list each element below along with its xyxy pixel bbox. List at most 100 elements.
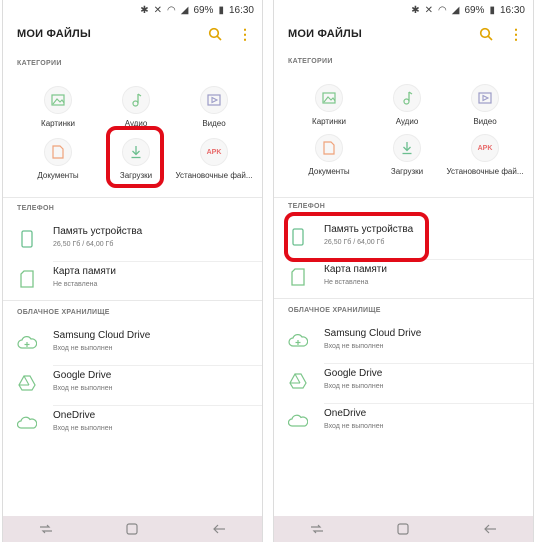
category-images[interactable]: Картинки xyxy=(18,86,98,128)
list-item-subtitle: Не вставлена xyxy=(53,281,98,288)
list-item-title: Карта памяти xyxy=(53,266,116,277)
category-video[interactable]: Видео xyxy=(174,86,254,128)
divider xyxy=(274,197,533,198)
phone-screen-left: ✱ ✕ ◠ ◢ 69% ▮ 16:30 МОИ ФАЙЛЫ ⋮ КАТЕГОРИ… xyxy=(2,0,263,542)
list-item-title: Карта памяти xyxy=(324,264,387,275)
divider xyxy=(3,300,262,301)
status-bar: ✱ ✕ ◠ ◢ 69% ▮ 16:30 xyxy=(3,0,262,20)
divider xyxy=(324,403,533,404)
section-phone: ТЕЛЕФОН xyxy=(288,203,326,210)
list-item-subtitle: 26,50 Гб / 64,00 Гб xyxy=(53,241,114,248)
section-cloud: ОБЛАЧНОЕ ХРАНИЛИЩЕ xyxy=(17,309,110,316)
list-item-device-storage[interactable]: Память устройства 26,50 Гб / 64,00 Гб xyxy=(3,224,262,262)
navigation-bar xyxy=(274,516,533,542)
list-item-title: Google Drive xyxy=(53,370,112,381)
category-label: Видео xyxy=(202,119,226,128)
recent-apps-icon[interactable] xyxy=(302,519,332,539)
list-item-google-drive[interactable]: Google Drive Вход не выполнен xyxy=(274,366,533,404)
divider xyxy=(3,197,262,198)
apk-icon: APK xyxy=(206,148,222,156)
list-item-google-drive[interactable]: Google Drive Вход не выполнен xyxy=(3,368,262,406)
divider xyxy=(53,405,262,406)
highlight-device-storage xyxy=(284,212,429,262)
list-item-subtitle: Не вставлена xyxy=(324,279,369,286)
phone-screen-right: ✱ ✕ ◠ ◢ 69% ▮ 16:30 МОИ ФАЙЛЫ ⋮ КАТЕГОРИ… xyxy=(273,0,534,542)
category-label: Установочные фай... xyxy=(446,167,524,176)
section-phone: ТЕЛЕФОН xyxy=(17,205,55,212)
list-item-subtitle: Вход не выполнен xyxy=(53,425,113,432)
samsung-cloud-icon xyxy=(17,332,37,354)
list-item-title: OneDrive xyxy=(324,408,367,419)
highlight-downloads xyxy=(106,126,164,188)
clock: 16:30 xyxy=(228,4,254,16)
sd-card-icon xyxy=(288,266,308,288)
category-label: Документы xyxy=(308,167,350,176)
list-item-subtitle: Вход не выполнен xyxy=(324,343,384,350)
category-downloads[interactable]: Загрузки xyxy=(367,134,447,176)
category-audio[interactable]: Аудио xyxy=(96,86,176,128)
list-item-sd-card[interactable]: Карта памяти Не вставлена xyxy=(3,264,262,302)
onedrive-icon xyxy=(288,410,308,432)
category-label: Аудио xyxy=(395,117,419,126)
battery-percent: 69% xyxy=(464,4,485,16)
document-icon xyxy=(323,141,335,155)
category-audio[interactable]: Аудио xyxy=(367,84,447,126)
list-item-onedrive[interactable]: OneDrive Вход не выполнен xyxy=(3,408,262,446)
mute-icon: ✕ xyxy=(424,4,433,16)
back-icon[interactable] xyxy=(204,519,234,539)
document-icon xyxy=(52,145,64,159)
recent-apps-icon[interactable] xyxy=(31,519,61,539)
divider xyxy=(324,363,533,364)
image-icon xyxy=(51,94,65,106)
signal-icon: ◢ xyxy=(180,4,189,16)
device-storage-icon xyxy=(17,228,37,250)
more-options-icon[interactable]: ⋮ xyxy=(236,25,254,43)
search-icon[interactable] xyxy=(477,25,495,43)
category-video[interactable]: Видео xyxy=(445,84,525,126)
list-item-title: Samsung Cloud Drive xyxy=(53,330,151,341)
music-icon xyxy=(403,91,413,105)
category-label: Видео xyxy=(473,117,497,126)
category-label: Установочные фай... xyxy=(175,171,253,180)
list-item-subtitle: Вход не выполнен xyxy=(53,345,113,352)
onedrive-icon xyxy=(17,412,37,434)
samsung-cloud-icon xyxy=(288,330,308,352)
battery-percent: 69% xyxy=(193,4,214,16)
divider xyxy=(53,261,262,262)
category-apk[interactable]: APK Установочные фай... xyxy=(445,134,525,176)
list-item-samsung-cloud[interactable]: Samsung Cloud Drive Вход не выполнен xyxy=(274,326,533,364)
home-icon[interactable] xyxy=(117,519,147,539)
battery-icon: ▮ xyxy=(218,4,224,16)
navigation-bar xyxy=(3,516,262,542)
category-label: Картинки xyxy=(312,117,346,126)
category-images[interactable]: Картинки xyxy=(289,84,369,126)
list-item-onedrive[interactable]: OneDrive Вход не выполнен xyxy=(274,406,533,444)
list-item-sd-card[interactable]: Карта памяти Не вставлена xyxy=(274,262,533,300)
bluetooth-icon: ✱ xyxy=(140,4,149,16)
app-bar: МОИ ФАЙЛЫ ⋮ xyxy=(274,20,533,48)
category-documents[interactable]: Документы xyxy=(18,138,98,180)
signal-icon: ◢ xyxy=(451,4,460,16)
list-item-subtitle: Вход не выполнен xyxy=(324,423,384,430)
video-icon xyxy=(478,92,492,104)
section-cloud: ОБЛАЧНОЕ ХРАНИЛИЩЕ xyxy=(288,307,381,314)
section-categories: КАТЕГОРИИ xyxy=(17,60,62,67)
search-icon[interactable] xyxy=(206,25,224,43)
home-icon[interactable] xyxy=(388,519,418,539)
list-item-title: Google Drive xyxy=(324,368,383,379)
category-label: Документы xyxy=(37,171,79,180)
divider xyxy=(53,365,262,366)
google-drive-icon xyxy=(288,370,308,392)
category-apk[interactable]: APK Установочные фай... xyxy=(174,138,254,180)
back-icon[interactable] xyxy=(475,519,505,539)
more-options-icon[interactable]: ⋮ xyxy=(507,25,525,43)
category-documents[interactable]: Документы xyxy=(289,134,369,176)
page-title: МОИ ФАЙЛЫ xyxy=(17,28,91,40)
list-item-samsung-cloud[interactable]: Samsung Cloud Drive Вход не выполнен xyxy=(3,328,262,366)
mute-icon: ✕ xyxy=(153,4,162,16)
sd-card-icon xyxy=(17,268,37,290)
image-icon xyxy=(322,92,336,104)
page-title: МОИ ФАЙЛЫ xyxy=(288,28,362,40)
google-drive-icon xyxy=(17,372,37,394)
music-icon xyxy=(132,93,142,107)
